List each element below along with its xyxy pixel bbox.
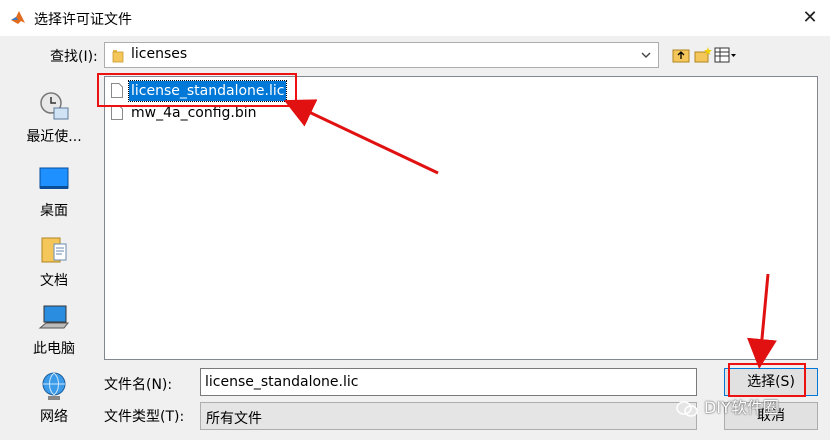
filename-label: 文件名(N):: [104, 377, 173, 393]
lookin-dropdown[interactable]: licenses: [104, 42, 659, 68]
folder-icon: [112, 50, 124, 63]
place-label: 此电脑: [33, 341, 75, 357]
annotation-box-select: [728, 363, 806, 397]
desktop-icon: [39, 167, 69, 189]
filetype-value: 所有文件: [206, 411, 262, 427]
up-folder-icon[interactable]: [672, 46, 690, 64]
documents-folder-icon: [41, 237, 67, 263]
filetype-dropdown[interactable]: 所有文件: [200, 402, 697, 430]
lookin-label: 查找(I):: [50, 49, 98, 65]
places-bar: 最近使... 桌面 文档 此电脑 网络: [10, 78, 98, 438]
watermark-text: DIY软件圈: [704, 398, 779, 417]
view-menu-icon[interactable]: [714, 46, 738, 64]
file-icon: [111, 105, 123, 120]
recent-places-icon: [40, 92, 69, 120]
place-label: 文档: [40, 273, 68, 289]
matlab-logo-icon: [11, 11, 25, 24]
close-button[interactable]: ✕: [790, 0, 830, 36]
file-list[interactable]: license_standalone.lic mw_4a_config.bin: [104, 76, 818, 360]
lookin-value: licenses: [131, 46, 188, 62]
new-folder-icon[interactable]: [694, 46, 712, 64]
window-title: 选择许可证文件: [34, 12, 132, 28]
filetype-label: 文件类型(T):: [104, 409, 185, 425]
computer-icon: [38, 305, 70, 329]
annotation-box-file: [97, 73, 297, 107]
filename-input[interactable]: [200, 368, 697, 396]
place-label: 桌面: [40, 203, 68, 219]
place-label: 网络: [40, 409, 68, 425]
title-bar: 选择许可证文件 ✕: [0, 0, 830, 36]
network-globe-icon: [42, 372, 66, 400]
chevron-down-icon: [641, 52, 651, 58]
wechat-icon: [676, 400, 698, 417]
place-label: 最近使...: [26, 129, 82, 145]
watermark: DIY软件圈: [676, 394, 779, 418]
